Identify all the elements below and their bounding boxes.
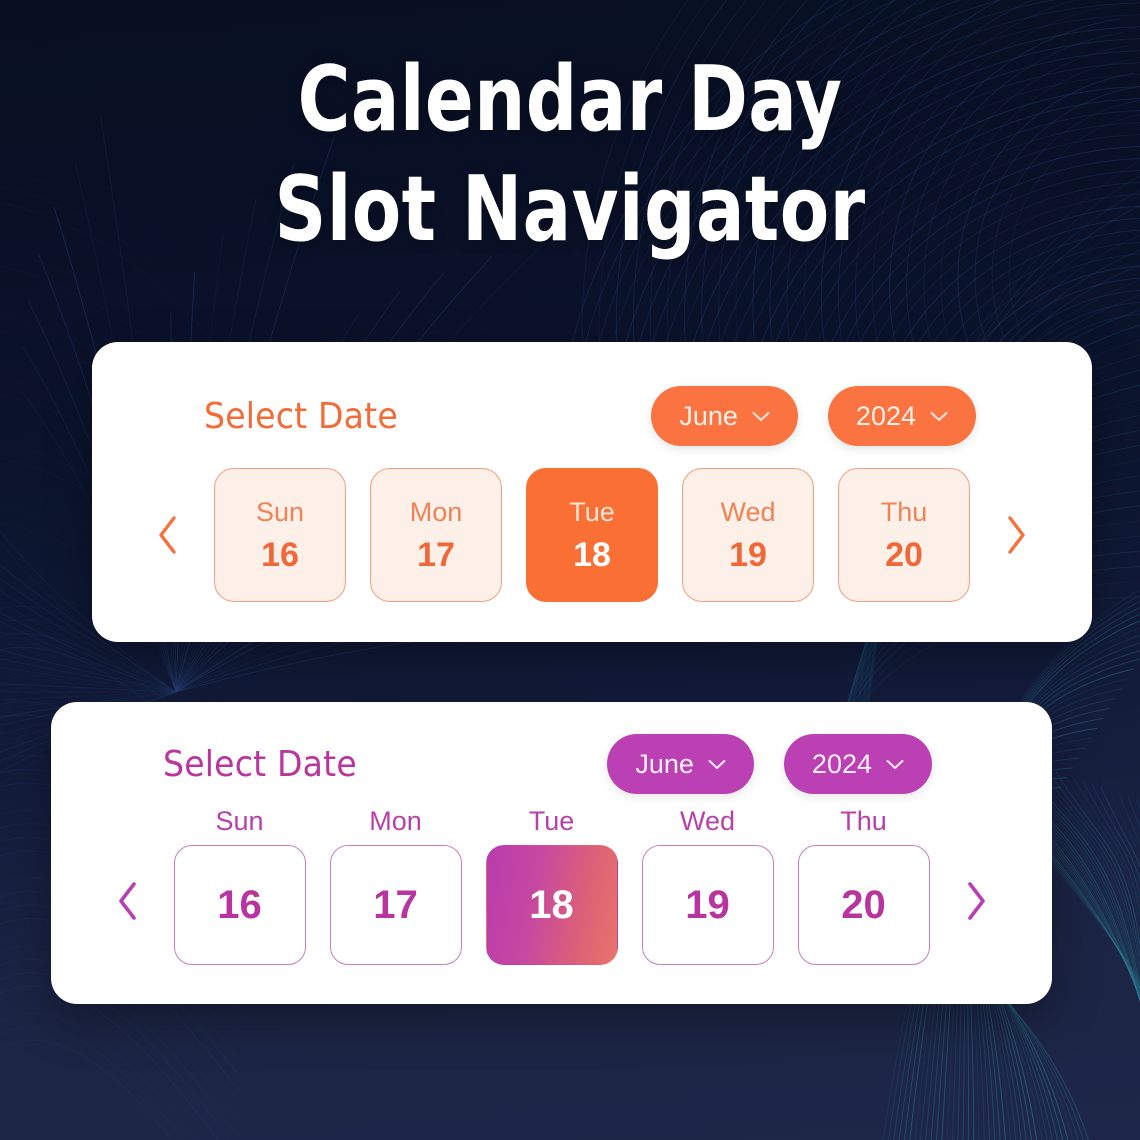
day-cell[interactable]: 16 (173, 845, 306, 965)
day-name: Tue (569, 496, 615, 527)
day-cell[interactable]: Sun 16 (214, 468, 346, 602)
day-number: 18 (573, 535, 611, 574)
day-name: Wed (679, 806, 736, 836)
day-cell[interactable]: Mon 17 (370, 468, 502, 602)
chevron-down-icon (752, 411, 770, 422)
chevron-down-icon (708, 759, 726, 770)
day-cell-selected[interactable]: Tue 18 (526, 468, 658, 602)
day-cell[interactable]: 20 (797, 845, 930, 965)
card-orange-header: Select Date June 2024 (92, 342, 1092, 446)
card-purple-heading: Select Date (163, 743, 357, 785)
next-day-button-orange[interactable] (994, 505, 1038, 565)
year-dropdown-label-purple: 2024 (811, 748, 872, 779)
day-name: Thu (880, 496, 928, 527)
page-title: Calendar Day Slot Navigator (0, 47, 1140, 263)
year-dropdown-purple[interactable]: 2024 (783, 734, 932, 794)
day-number: 20 (841, 883, 886, 927)
card-purple-day-strip: Sun 16 Mon 17 Tue 18 Wed 19 Thu 20 (51, 808, 1052, 965)
title-line-1: Calendar Day (297, 47, 843, 152)
chevron-left-icon (118, 881, 136, 920)
day-number: 17 (417, 535, 455, 574)
day-cell[interactable]: Wed 19 (682, 468, 814, 602)
title-line-2: Slot Navigator (274, 157, 866, 263)
year-dropdown-orange[interactable]: 2024 (827, 386, 976, 446)
day-name: Tue (528, 806, 575, 836)
prev-day-button-orange[interactable] (146, 505, 190, 565)
day-name: Thu (840, 806, 887, 836)
day-column: Wed 19 (641, 806, 774, 965)
day-cell[interactable]: Thu 20 (838, 468, 970, 602)
card-orange-heading: Select Date (204, 395, 398, 437)
card-purple-selectors: June 2024 (607, 734, 932, 794)
month-dropdown-purple[interactable]: June (607, 734, 754, 794)
chevron-down-icon (930, 411, 948, 422)
card-orange-day-strip: Sun 16 Mon 17 Tue 18 Wed 19 Thu 20 (92, 468, 1092, 602)
prev-day-button-purple[interactable] (106, 871, 150, 931)
day-name: Mon (369, 806, 422, 836)
day-cell[interactable]: 19 (641, 845, 774, 965)
day-column: Thu 20 (797, 806, 930, 965)
day-number: 19 (729, 535, 767, 574)
day-number: 17 (373, 883, 418, 927)
next-day-button-purple[interactable] (954, 871, 998, 931)
day-name: Wed (720, 496, 776, 527)
date-picker-card-orange: Select Date June 2024 Sun 16 Mon 17 Tue … (92, 342, 1092, 642)
card-orange-selectors: June 2024 (651, 386, 976, 446)
day-name: Mon (409, 496, 463, 527)
day-name: Sun (215, 806, 264, 836)
year-dropdown-label-orange: 2024 (855, 400, 916, 431)
chevron-right-icon (1008, 516, 1025, 554)
day-number: 18 (529, 883, 574, 927)
chevron-down-icon (886, 759, 904, 770)
day-name: Sun (255, 496, 305, 527)
chevron-left-icon (159, 516, 176, 554)
date-picker-card-purple: Select Date June 2024 Sun 16 Mon 17 Tue … (51, 702, 1052, 1004)
month-dropdown-label-purple: June (635, 748, 694, 779)
day-number: 20 (885, 535, 923, 574)
day-number: 16 (217, 883, 262, 927)
day-cell-selected[interactable]: 18 (485, 845, 618, 965)
day-column: Sun 16 (173, 806, 306, 965)
day-column: Mon 17 (329, 806, 462, 965)
day-column: Tue 18 (485, 806, 618, 965)
card-purple-header: Select Date June 2024 (51, 702, 1052, 794)
month-dropdown-label-orange: June (679, 400, 738, 431)
day-number: 16 (261, 535, 299, 574)
chevron-right-icon (967, 881, 985, 920)
month-dropdown-orange[interactable]: June (651, 386, 798, 446)
day-number: 19 (685, 883, 730, 927)
day-cell[interactable]: 17 (329, 845, 462, 965)
